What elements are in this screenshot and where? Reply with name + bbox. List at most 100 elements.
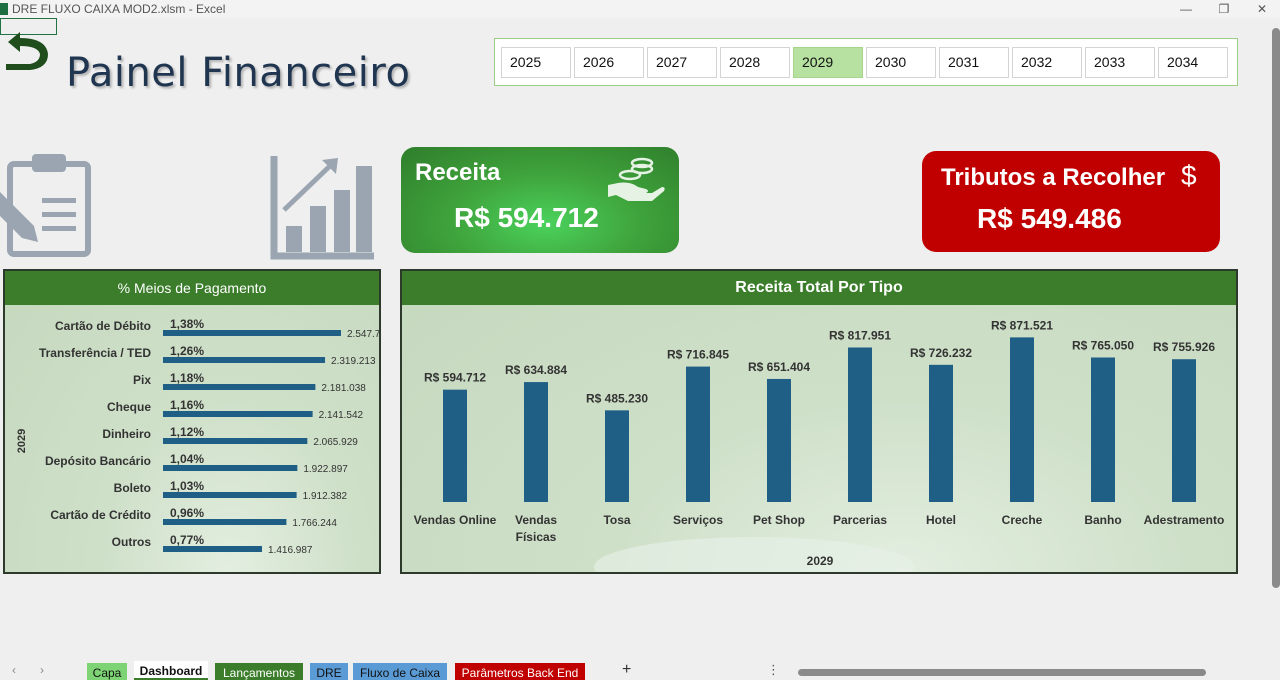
receita-label: Receita (415, 159, 501, 186)
receita-tipo-bar (929, 364, 953, 502)
year-button-2029[interactable]: 2029 (793, 46, 863, 78)
meios-pagamento-title: % Meios de Pagamento (5, 271, 379, 305)
receita-tipo-title: Receita Total Por Tipo (402, 271, 1236, 305)
meios-value-label: 2.181.038 (321, 383, 366, 394)
receita-tipo-value-label: R$ 817.951 (829, 328, 891, 342)
meios-value-label: 1.766.244 (292, 518, 337, 529)
meios-value-label: 1.922.897 (303, 464, 348, 475)
meios-value-label: 2.547.737 (347, 329, 379, 340)
sheet-tab-fluxo-de-caixa[interactable]: Fluxo de Caixa (353, 663, 447, 680)
meios-category-label: Cartão de Débito (55, 319, 151, 333)
sheet-tab-capa[interactable]: Capa (87, 663, 127, 680)
meios-pagamento-panel: % Meios de Pagamento 2029 Cartão de Débit… (3, 269, 381, 574)
tributos-value: R$ 549.486 (977, 203, 1122, 234)
meios-value-label: 2.141.542 (319, 410, 364, 421)
vertical-scrollbar[interactable] (1272, 28, 1280, 588)
chart-glow (594, 537, 914, 572)
year-button-2030[interactable]: 2030 (866, 46, 936, 78)
clipboard-icon (0, 154, 91, 257)
year-button-2026[interactable]: 2026 (574, 46, 644, 78)
sheet-tab-bar: ‹ › Capa Dashboard Lançamentos DRE Fluxo de … (0, 661, 1280, 680)
receita-tipo-bar (1172, 359, 1196, 502)
back-arrow-icon[interactable] (0, 28, 52, 74)
meios-percent-label: 1,03% (170, 479, 204, 493)
receita-tipo-bar (1010, 337, 1034, 502)
prev-sheet-button[interactable]: ‹ (12, 663, 16, 677)
meios-value-label: 2.319.213 (331, 356, 376, 367)
receita-tipo-value-label: R$ 755.926 (1153, 340, 1215, 354)
receita-tipo-bar (524, 382, 548, 502)
receita-tipo-value-label: R$ 726.232 (910, 346, 972, 360)
receita-tipo-value-label: R$ 485.230 (586, 391, 648, 405)
receita-tipo-category-label: Pet Shop (753, 513, 805, 527)
receita-tipo-category-label: Tosa (603, 513, 630, 527)
receita-tipo-value-label: R$ 651.404 (748, 360, 810, 374)
minimize-button[interactable]: — (1166, 0, 1206, 18)
next-sheet-button[interactable]: › (40, 663, 44, 677)
meios-category-label: Boleto (114, 481, 151, 495)
meios-category-label: Depósito Bancário (45, 454, 151, 468)
receita-tipo-value-label: R$ 594.712 (424, 371, 486, 385)
excel-app-icon (0, 3, 8, 15)
add-sheet-button[interactable]: + (622, 661, 631, 679)
receita-tipo-bar (848, 347, 872, 502)
meios-pagamento-chart: 2029 Cartão de Débito 1,38% 2.547.737 Transf… (16, 317, 379, 556)
meios-value-label: 1.912.382 (303, 491, 348, 502)
receita-tipo-category-label: Vendas Online (414, 513, 497, 527)
page-title: Painel Financeiro (66, 50, 411, 96)
year-button-2031[interactable]: 2031 (939, 46, 1009, 78)
receita-tipo-value-label: R$ 765.050 (1072, 338, 1134, 352)
meios-category-label: Outros (112, 535, 152, 549)
receita-tipo-panel: Receita Total Por Tipo R$ 594.712 Vendas … (400, 269, 1238, 574)
receita-tipo-category-label: Banho (1084, 513, 1121, 527)
receita-tipo-bar (767, 378, 791, 502)
receita-tipo-category-label: Parcerias (833, 513, 887, 527)
close-button[interactable]: ✕ (1242, 0, 1280, 18)
horizontal-scrollbar[interactable] (798, 669, 1206, 676)
window-title: DRE FLUXO CAIXA MOD2.xlsm - Excel (12, 2, 226, 16)
meios-percent-label: 0,77% (170, 533, 204, 547)
meios-value-label: 1.416.987 (268, 545, 313, 556)
receita-tipo-category-label: Adestramento (1144, 513, 1225, 527)
growth-chart-icon (270, 156, 374, 260)
year-button-2032[interactable]: 2032 (1012, 46, 1082, 78)
meios-category-label: Cheque (107, 400, 151, 414)
sheet-tab-dashboard[interactable]: Dashboard (134, 661, 208, 680)
dollar-icon: $ (1181, 160, 1197, 191)
meios-category-label: Transferência / TED (39, 346, 151, 360)
meios-percent-label: 1,12% (170, 425, 204, 439)
receita-tipo-chart: R$ 594.712 Vendas Online R$ 634.884 Vendas F… (414, 318, 1225, 572)
year-button-2028[interactable]: 2028 (720, 46, 790, 78)
year-button-2033[interactable]: 2033 (1085, 46, 1155, 78)
meios-category-label: Pix (133, 373, 151, 387)
tributos-card: Tributos a Recolher R$ 549.486 $ (922, 151, 1220, 252)
receita-card: Receita R$ 594.712 (401, 147, 679, 253)
year-button-2027[interactable]: 2027 (647, 46, 717, 78)
window-title-bar: DRE FLUXO CAIXA MOD2.xlsm - Excel (0, 0, 1280, 18)
meios-percent-label: 0,96% (170, 506, 204, 520)
meios-percent-label: 1,26% (170, 344, 204, 358)
meios-percent-label: 1,18% (170, 371, 204, 385)
receita-tipo-bar (443, 389, 467, 502)
receita-tipo-category-label: Hotel (926, 513, 956, 527)
receita-tipo-value-label: R$ 716.845 (667, 348, 729, 362)
receita-tipo-value-label: R$ 871.521 (991, 318, 1053, 332)
sheet-tab-par-metros-back-end[interactable]: Parâmetros Back End (455, 663, 585, 680)
sheet-tab-lan-amentos[interactable]: Lançamentos (215, 663, 303, 680)
meios-percent-label: 1,16% (170, 398, 204, 412)
year-slicer: 2025 2026 2027 2028 2029 2030 2031 2032 2033 2034 (494, 38, 1238, 86)
restore-button[interactable]: ❐ (1204, 0, 1244, 18)
more-options-icon[interactable]: ⋮ (767, 662, 780, 678)
receita-tipo-bar (1091, 357, 1115, 502)
meios-percent-label: 1,38% (170, 317, 204, 331)
receita-tipo-bar (605, 410, 629, 502)
meios-category-label: Cartão de Crédito (50, 508, 151, 522)
receita-tipo-axis-label: 2029 (807, 554, 834, 568)
sheet-tab-dre[interactable]: DRE (310, 663, 348, 680)
year-button-2025[interactable]: 2025 (501, 46, 571, 78)
receita-tipo-value-label: R$ 634.884 (505, 363, 567, 377)
receita-tipo-category-label: Vendas Físicas (515, 513, 557, 544)
receita-tipo-category-label: Creche (1002, 513, 1043, 527)
meios-value-label: 2.065.929 (313, 437, 358, 448)
year-button-2034[interactable]: 2034 (1158, 46, 1228, 78)
